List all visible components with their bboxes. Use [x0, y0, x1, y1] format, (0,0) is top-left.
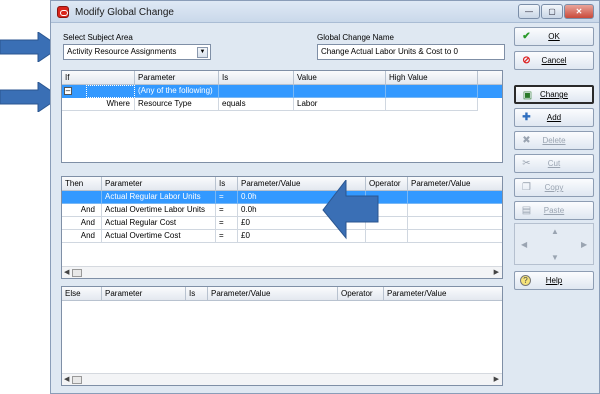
oracle-app-icon [57, 6, 69, 18]
then-row-op: And [62, 230, 102, 243]
if-row-any[interactable]: – (Any of the following) [62, 85, 502, 98]
if-row-value: Labor [294, 98, 386, 111]
col-header-parameter-value[interactable]: Parameter/Value [208, 287, 338, 301]
then-row-is: = [216, 191, 238, 204]
else-grid-header: Else Parameter Is Parameter/Value Operat… [62, 287, 502, 301]
then-row-is: = [216, 217, 238, 230]
scroll-right-icon[interactable]: ▶ [494, 268, 499, 276]
col-header-else[interactable]: Else [62, 287, 102, 301]
scroll-thumb[interactable] [72, 269, 82, 277]
move-left-icon[interactable]: ◀ [521, 240, 527, 249]
chevron-down-icon[interactable]: ▼ [197, 47, 208, 58]
then-row-parameter: Actual Overtime Cost [102, 230, 216, 243]
col-header-parameter-value-2[interactable]: Parameter/Value [384, 287, 502, 301]
then-grid-header: Then Parameter Is Parameter/Value Operat… [62, 177, 502, 191]
if-row-prefix: Where [62, 98, 135, 111]
then-actions-grid[interactable]: Then Parameter Is Parameter/Value Operat… [61, 176, 503, 279]
col-header-is[interactable]: Is [216, 177, 238, 191]
copy-icon: ❐ [522, 182, 531, 193]
add-icon: ✚ [522, 112, 531, 123]
col-header-parameter[interactable]: Parameter [102, 177, 216, 191]
col-header-value[interactable]: Value [294, 71, 386, 85]
maximize-button[interactable]: ▢ [541, 4, 563, 19]
then-row-op [62, 191, 102, 204]
cancel-button[interactable]: ⊘ Cancel [514, 51, 594, 70]
then-horizontal-scrollbar[interactable]: ◀ ▶ [62, 266, 502, 278]
scroll-left-icon[interactable]: ◀ [64, 375, 69, 383]
global-change-name-input[interactable]: Change Actual Labor Units & Cost to 0 [317, 44, 505, 60]
col-header-parameter-value-2[interactable]: Parameter/Value [408, 177, 502, 191]
if-row-high-value [386, 98, 478, 111]
title-bar: Modify Global Change — ▢ ✕ [51, 1, 599, 23]
then-row-is: = [216, 204, 238, 217]
scroll-right-icon[interactable]: ▶ [494, 375, 499, 383]
delete-icon: ✖ [522, 135, 531, 146]
subject-area-value: Activity Resource Assignments [67, 47, 177, 56]
col-header-operator[interactable]: Operator [338, 287, 384, 301]
then-row-is: = [216, 230, 238, 243]
cut-button[interactable]: ✂ Cut [514, 154, 594, 173]
then-row-parameter: Actual Overtime Labor Units [102, 204, 216, 217]
col-header-parameter[interactable]: Parameter [102, 287, 186, 301]
move-navigation-pad: ▲ ◀ ▶ ▼ [514, 223, 594, 265]
if-grid-header: If Parameter Is Value High Value [62, 71, 502, 85]
if-row-is [219, 85, 294, 98]
change-button[interactable]: ▣ Change [514, 85, 594, 104]
annotation-arrow-then-row [322, 180, 379, 240]
col-header-if[interactable]: If [62, 71, 135, 85]
global-change-name-label: Global Change Name [317, 33, 394, 42]
global-change-name-value: Change Actual Labor Units & Cost to 0 [321, 47, 458, 56]
scissors-icon: ✂ [522, 158, 531, 169]
then-row-op: And [62, 217, 102, 230]
scroll-left-icon[interactable]: ◀ [64, 268, 69, 276]
col-header-then[interactable]: Then [62, 177, 102, 191]
then-row-parameter: Actual Regular Cost [102, 217, 216, 230]
if-row-high-value [386, 85, 478, 98]
then-row[interactable]: And Actual Overtime Labor Units = 0.0h [62, 204, 502, 217]
col-header-is[interactable]: Is [219, 71, 294, 85]
if-row-parameter: Resource Type [135, 98, 219, 111]
else-actions-grid[interactable]: Else Parameter Is Parameter/Value Operat… [61, 286, 503, 386]
if-row-where[interactable]: Where Resource Type equals Labor [62, 98, 502, 111]
then-row-op: And [62, 204, 102, 217]
else-horizontal-scrollbar[interactable]: ◀ ▶ [62, 373, 502, 385]
if-row-value [294, 85, 386, 98]
then-row[interactable]: And Actual Overtime Cost = £0 [62, 230, 502, 243]
paste-icon: ▤ [521, 205, 532, 216]
help-button[interactable]: ? Help [514, 271, 594, 290]
copy-button[interactable]: ❐ Copy [514, 178, 594, 197]
col-header-high-value[interactable]: High Value [386, 71, 478, 85]
if-row-is: equals [219, 98, 294, 111]
minimize-button[interactable]: — [518, 4, 540, 19]
if-conditions-grid[interactable]: If Parameter Is Value High Value – (Any … [61, 70, 503, 163]
delete-button[interactable]: ✖ Delete [514, 131, 594, 150]
window-title: Modify Global Change [75, 7, 174, 18]
subject-area-dropdown[interactable]: Activity Resource Assignments ▼ [63, 44, 211, 60]
help-icon: ? [520, 275, 531, 286]
move-right-icon[interactable]: ▶ [581, 240, 587, 249]
change-icon: ▣ [522, 90, 533, 101]
col-header-parameter[interactable]: Parameter [135, 71, 219, 85]
checkmark-icon: ✔ [522, 31, 531, 42]
then-row[interactable]: Actual Regular Labor Units = 0.0h [62, 191, 502, 204]
then-row-parameter: Actual Regular Labor Units [102, 191, 216, 204]
move-down-icon[interactable]: ▼ [551, 253, 559, 262]
paste-button[interactable]: ▤ Paste [514, 201, 594, 220]
close-button[interactable]: ✕ [564, 4, 594, 19]
add-button[interactable]: ✚ Add [514, 108, 594, 127]
cancel-icon: ⊘ [522, 55, 531, 66]
move-up-icon[interactable]: ▲ [551, 227, 559, 236]
subject-area-label: Select Subject Area [63, 33, 133, 42]
scroll-thumb[interactable] [72, 376, 82, 384]
if-row-parameter: (Any of the following) [135, 85, 219, 98]
ok-button[interactable]: ✔ OK [514, 27, 594, 46]
col-header-is[interactable]: Is [186, 287, 208, 301]
then-row[interactable]: And Actual Regular Cost = £0 [62, 217, 502, 230]
collapse-icon[interactable]: – [64, 87, 72, 95]
